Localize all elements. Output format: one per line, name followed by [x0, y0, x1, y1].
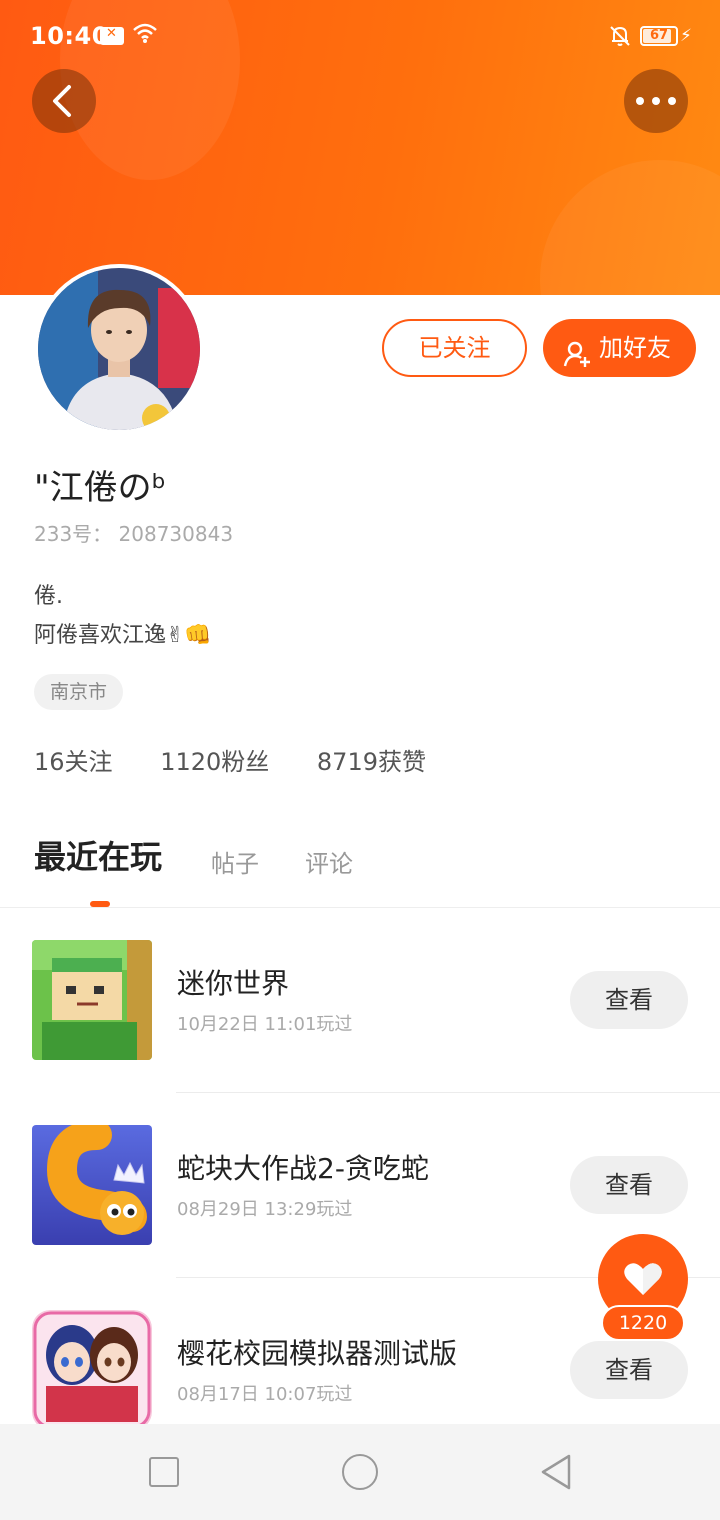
- mute-bell-icon: [608, 24, 632, 52]
- add-friend-button[interactable]: 加好友: [543, 319, 696, 377]
- username: "江倦のᵇ: [34, 468, 167, 508]
- add-user-icon: [563, 332, 593, 390]
- following-count[interactable]: 16关注: [34, 748, 113, 776]
- active-tab-indicator: [90, 901, 110, 907]
- avatar[interactable]: [34, 264, 204, 434]
- system-back-button[interactable]: [539, 1453, 573, 1495]
- divider: [176, 1092, 720, 1093]
- add-friend-label: 加好友: [599, 334, 671, 362]
- profile-stats: 16关注 1120粉丝 8719获赞: [34, 742, 466, 777]
- user-id: 233号： 208730843: [34, 522, 234, 546]
- last-played-time: 10月22日 11:01玩过: [177, 1014, 353, 1035]
- profile-tabs: 最近在玩 帖子 评论: [0, 830, 720, 908]
- followed-button[interactable]: 已关注: [382, 319, 527, 377]
- wifi-icon: [132, 22, 158, 48]
- avatar-image: [38, 268, 200, 430]
- like-count-badge: 1220: [601, 1305, 685, 1341]
- view-button[interactable]: 查看: [570, 971, 688, 1029]
- battery-icon: 67: [640, 26, 678, 46]
- more-dots-icon: [636, 97, 676, 105]
- mini-world-icon: [32, 940, 152, 1060]
- battery-level: 67: [649, 28, 669, 43]
- tab-recently-played[interactable]: 最近在玩: [34, 832, 162, 878]
- status-time: 10:40: [30, 22, 109, 50]
- game-name: 樱花校园模拟器测试版: [177, 1337, 458, 1370]
- back-button[interactable]: [32, 69, 96, 133]
- view-button[interactable]: 查看: [570, 1156, 688, 1214]
- tab-posts[interactable]: 帖子: [211, 844, 259, 879]
- notification-icon: [100, 26, 124, 45]
- bio-line: 倦.: [34, 584, 63, 609]
- tab-comments[interactable]: 评论: [305, 844, 353, 879]
- location-tag: 南京市: [34, 674, 124, 710]
- bio-line: 阿倦喜欢江逸✌👊: [34, 623, 212, 648]
- back-arrow-icon: [53, 85, 71, 117]
- status-bar: 10:40 67 ⚡: [0, 0, 720, 72]
- heart-icon: [623, 1261, 663, 1301]
- home-button[interactable]: [342, 1454, 378, 1490]
- followers-count[interactable]: 1120粉丝: [160, 748, 269, 776]
- charging-icon: ⚡: [680, 26, 692, 46]
- list-item[interactable]: 迷你世界 10月22日 11:01玩过 查看: [0, 940, 720, 1125]
- sakura-school-icon: [32, 1310, 152, 1430]
- snake-game-icon: [32, 1125, 152, 1245]
- recent-apps-button[interactable]: [149, 1457, 179, 1487]
- last-played-time: 08月17日 10:07玩过: [177, 1384, 353, 1405]
- game-name: 迷你世界: [177, 967, 290, 1000]
- last-played-time: 08月29日 13:29玩过: [177, 1199, 353, 1220]
- system-navigation-bar: [0, 1424, 720, 1520]
- game-name: 蛇块大作战2-贪吃蛇: [177, 1152, 429, 1185]
- likes-count: 8719获赞: [316, 748, 426, 776]
- view-button[interactable]: 查看: [570, 1341, 688, 1399]
- header-decoration: [540, 160, 720, 295]
- more-options-button[interactable]: [624, 69, 688, 133]
